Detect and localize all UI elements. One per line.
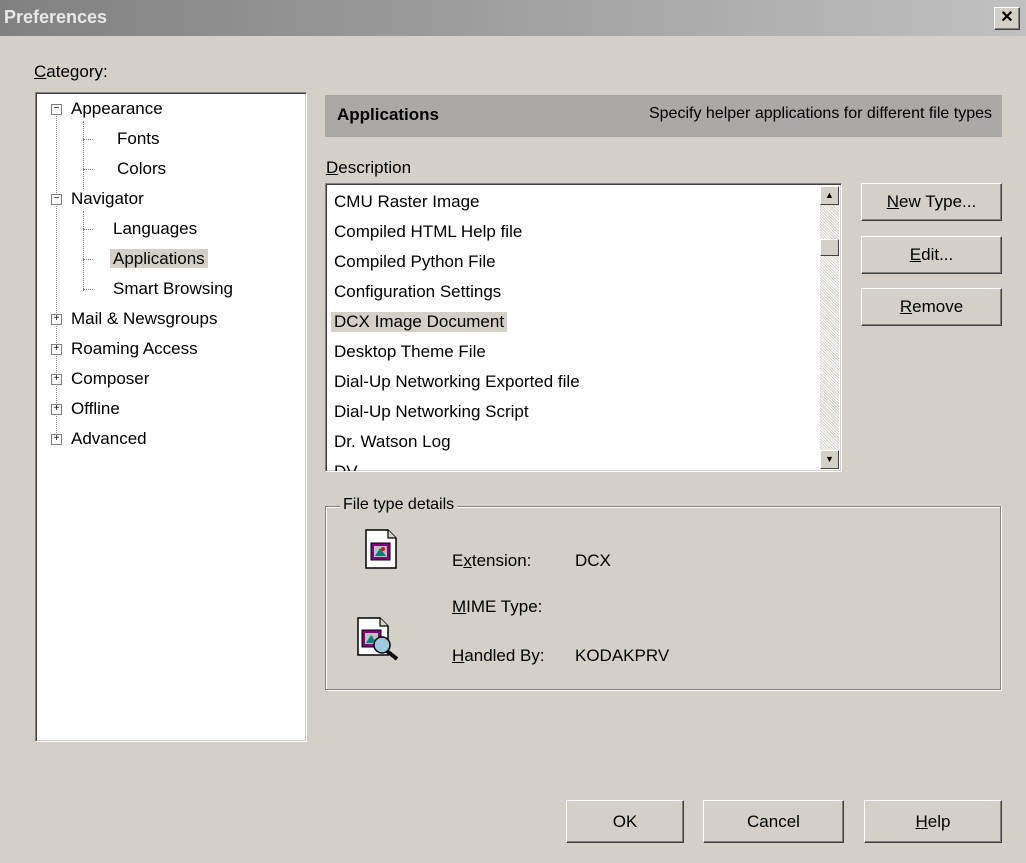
tree-item-fonts[interactable]: Fonts xyxy=(114,129,163,149)
tree-line xyxy=(83,211,84,291)
tree-item-colors[interactable]: Colors xyxy=(114,159,169,179)
tree-line xyxy=(83,229,93,230)
collapse-icon[interactable]: − xyxy=(51,104,62,115)
tree-line xyxy=(83,121,84,189)
tree-line xyxy=(56,113,57,443)
category-tree[interactable]: − Appearance Fonts Colors − Navigator La… xyxy=(35,92,307,742)
tree-item-languages[interactable]: Languages xyxy=(110,219,200,239)
group-legend: File type details xyxy=(340,496,458,514)
remove-button[interactable]: Remove xyxy=(861,288,1002,326)
expand-icon[interactable]: + xyxy=(51,374,62,385)
tree-line xyxy=(83,259,93,260)
scroll-down-button[interactable]: ▼ xyxy=(820,450,839,469)
tree-item-smart-browsing[interactable]: Smart Browsing xyxy=(110,279,236,299)
list-item[interactable]: Dial-Up Networking Script xyxy=(331,402,532,422)
list-item[interactable]: Desktop Theme File xyxy=(331,342,489,362)
file-type-list[interactable]: CMU Raster Image Compiled HTML Help file… xyxy=(325,183,842,472)
list-item[interactable]: Dr. Watson Log xyxy=(331,432,454,452)
magnifier-icon xyxy=(357,617,399,661)
description-label: Description xyxy=(326,158,412,177)
category-label: Category: xyxy=(34,62,108,81)
tree-line xyxy=(83,139,93,140)
mime-type-label: MIME Type: xyxy=(452,597,543,616)
list-item[interactable]: DV xyxy=(331,462,361,471)
close-button[interactable]: ✕ xyxy=(994,7,1020,30)
file-type-details-group: File type details Extension: DCX MIME Ty… xyxy=(325,496,1001,690)
list-item[interactable]: Dial-Up Networking Exported file xyxy=(331,372,583,392)
title-bar: Preferences ✕ xyxy=(0,0,1026,36)
handled-by-value: KODAKPRV xyxy=(575,646,670,665)
ok-button[interactable]: OK xyxy=(566,800,684,843)
handled-by-label: Handled By: xyxy=(452,646,545,665)
arrow-up-icon: ▲ xyxy=(825,190,834,200)
help-button[interactable]: Help xyxy=(864,800,1002,843)
cancel-button[interactable]: Cancel xyxy=(703,800,844,843)
list-item[interactable]: Compiled HTML Help file xyxy=(331,222,525,242)
tree-item-applications[interactable]: Applications xyxy=(110,249,208,269)
scroll-up-button[interactable]: ▲ xyxy=(820,186,839,205)
list-item[interactable]: CMU Raster Image xyxy=(331,192,482,212)
collapse-icon[interactable]: − xyxy=(51,194,62,205)
list-item[interactable]: Compiled Python File xyxy=(331,252,499,272)
extension-value: DCX xyxy=(575,551,611,570)
page-description: Specify helper applications for differen… xyxy=(648,105,992,122)
tree-line xyxy=(83,289,93,290)
list-item-selected[interactable]: DCX Image Document xyxy=(331,312,508,332)
page-header: Applications Specify helper applications… xyxy=(325,95,1002,137)
expand-icon[interactable]: + xyxy=(51,314,62,325)
page-title: Applications xyxy=(337,105,440,124)
extension-label: Extension: xyxy=(452,551,532,570)
expand-icon[interactable]: + xyxy=(51,344,62,355)
tree-line xyxy=(83,169,93,170)
edit-button[interactable]: Edit... xyxy=(861,236,1002,274)
window-title: Preferences xyxy=(4,7,108,27)
document-icon xyxy=(365,529,397,569)
expand-icon[interactable]: + xyxy=(51,404,62,415)
expand-icon[interactable]: + xyxy=(51,434,62,445)
vertical-scrollbar[interactable]: ▲ ▼ xyxy=(820,186,839,469)
scroll-thumb[interactable] xyxy=(820,239,839,256)
close-icon: ✕ xyxy=(1000,9,1014,26)
list-item[interactable]: Configuration Settings xyxy=(331,282,504,302)
new-type-button[interactable]: New Type... xyxy=(861,183,1002,221)
arrow-down-icon: ▼ xyxy=(825,454,834,464)
